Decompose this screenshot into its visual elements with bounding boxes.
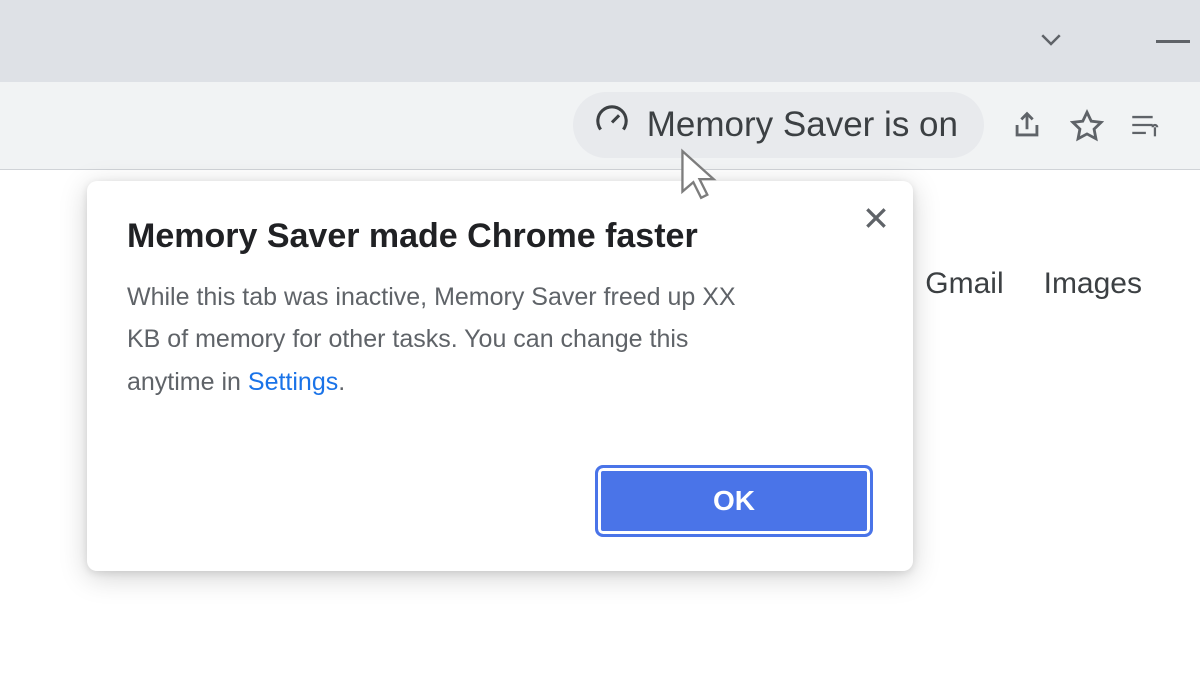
popover-body: While this tab was inactive, Memory Save… [127,276,767,404]
speedometer-icon [595,104,629,147]
bookmark-star-icon[interactable] [1070,108,1104,142]
ok-button[interactable]: OK [595,465,873,537]
window-minimize-button[interactable] [1156,40,1190,43]
browser-toolbar: Memory Saver is on [0,82,1200,170]
nav-link-images[interactable]: Images [1044,267,1142,301]
share-icon[interactable] [1010,108,1044,142]
nav-link-gmail[interactable]: Gmail [925,267,1003,301]
window-chrome-top [0,0,1200,82]
memory-saver-chip[interactable]: Memory Saver is on [573,92,984,158]
close-icon[interactable] [861,203,891,233]
reading-list-icon[interactable] [1130,108,1164,142]
settings-link[interactable]: Settings [248,368,338,396]
memory-saver-popover: Memory Saver made Chrome faster While th… [87,181,913,571]
chevron-down-icon[interactable] [1036,24,1066,59]
popover-title: Memory Saver made Chrome faster [127,215,873,258]
memory-saver-chip-label: Memory Saver is on [647,105,958,145]
popover-body-text: While this tab was inactive, Memory Save… [127,283,736,396]
popover-body-text-end: . [338,368,345,396]
